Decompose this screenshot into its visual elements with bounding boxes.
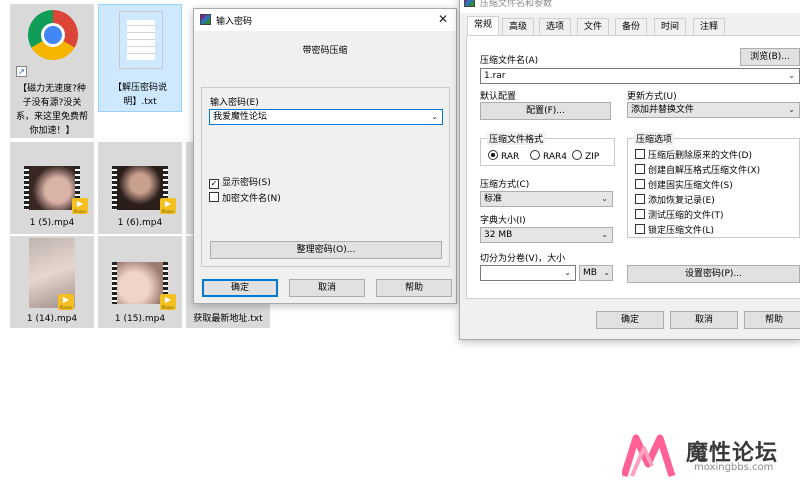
- desktop-icon-accelerator-shortcut[interactable]: ↗ 【磁力无速度?种子没有源?没关系，来这里免费帮你加速！】: [10, 4, 94, 138]
- checkbox-icon: [635, 149, 645, 159]
- desktop-icon-label: 1 (5).mp4: [29, 218, 75, 228]
- set-password-button[interactable]: 设置密码(P)...: [627, 265, 800, 283]
- radio-icon: [572, 150, 582, 160]
- tab-advanced[interactable]: 高级: [502, 18, 535, 35]
- archive-cancel-button[interactable]: 取消: [670, 311, 738, 329]
- archive-ok-button[interactable]: 确定: [596, 311, 664, 329]
- tab-general[interactable]: 常规: [467, 16, 500, 36]
- desktop-icon-label: 【磁力无速度?种子没有源?没关系，来这里免费帮你加速！】: [15, 84, 88, 136]
- cancel-button[interactable]: 取消: [289, 279, 365, 297]
- format-radio-rar[interactable]: RAR: [488, 150, 519, 162]
- archive-dialog-title: 压缩文件名和参数: [480, 0, 553, 9]
- desktop-icon-video-1-15[interactable]: ▶ Player 1 (15).mp4: [98, 236, 182, 328]
- player-badge-icon: ▶ Player: [160, 198, 176, 214]
- update-mode-select[interactable]: 添加并替换文件 ⌄: [627, 102, 800, 118]
- chevron-down-icon[interactable]: ⌄: [564, 266, 571, 280]
- option-test-files[interactable]: 测试压缩的文件(T): [635, 208, 724, 221]
- desktop-icon-video-1-5[interactable]: ▶ Player 1 (5).mp4: [10, 142, 94, 234]
- tab-options[interactable]: 选项: [539, 18, 572, 35]
- chevron-down-icon: ⌄: [601, 230, 608, 239]
- password-dialog-title: 输入密码: [216, 17, 253, 27]
- ok-button[interactable]: 确定: [202, 279, 278, 297]
- update-mode-label: 更新方式(U): [627, 92, 677, 102]
- format-radio-rar4[interactable]: RAR4: [530, 150, 567, 162]
- password-input[interactable]: 我爱魔性论坛 ⌄: [209, 109, 443, 125]
- browse-button[interactable]: 浏览(B)...: [740, 48, 800, 66]
- chevron-down-icon: ⌄: [601, 194, 608, 203]
- password-dialog-titlebar[interactable]: 输入密码 ✕: [194, 9, 456, 31]
- compression-method-label: 压缩方式(C): [480, 180, 530, 190]
- player-badge-icon: ▶ Player: [160, 294, 176, 310]
- desktop-icon-video-1-14[interactable]: ▶ Player 1 (14).mp4: [10, 236, 94, 328]
- encrypt-filenames-checkbox[interactable]: 加密文件名(N): [209, 191, 281, 204]
- archive-dialog-titlebar[interactable]: 压缩文件名和参数: [460, 0, 800, 13]
- desktop-icon-label: 【解压密码说明】.txt: [112, 83, 167, 107]
- player-badge-icon: ▶ Player: [58, 294, 74, 310]
- chevron-down-icon[interactable]: ⌄: [431, 110, 438, 124]
- checkbox-icon: [635, 209, 645, 219]
- chevron-down-icon[interactable]: ⌄: [788, 69, 795, 83]
- show-password-checkbox[interactable]: ✓ 显示密码(S): [209, 175, 271, 189]
- desktop-icon-label: 1 (14).mp4: [26, 314, 78, 324]
- winrar-icon: [200, 14, 211, 25]
- checkbox-icon: [209, 192, 219, 202]
- archive-params-dialog: 压缩文件名和参数 常规 高级 选项 文件 备份 时间 注释 压缩文件名(A) 浏…: [459, 0, 800, 340]
- checkbox-checked-icon: ✓: [209, 179, 219, 189]
- shortcut-arrow-icon: ↗: [16, 66, 27, 77]
- tab-time[interactable]: 时间: [654, 18, 687, 35]
- password-dialog: 输入密码 ✕ 带密码压缩 输入密码(E) 我爱魔性论坛 ⌄ ✓ 显示密码(S) 加…: [193, 8, 457, 304]
- option-solid[interactable]: 创建固实压缩文件(S): [635, 178, 733, 191]
- chevron-down-icon: ⌄: [603, 268, 610, 277]
- close-icon[interactable]: ✕: [438, 12, 448, 26]
- desktop-icon-label: 1 (6).mp4: [117, 218, 163, 228]
- option-recovery-record[interactable]: 添加恢复记录(E): [635, 193, 715, 206]
- checkbox-icon: [635, 194, 645, 204]
- password-label: 输入密码(E): [210, 98, 259, 108]
- organize-passwords-button[interactable]: 整理密码(O)...: [210, 241, 442, 259]
- format-radio-zip[interactable]: ZIP: [572, 150, 599, 162]
- profile-label: 默认配置: [480, 92, 517, 102]
- desktop-icon-password-readme[interactable]: 【解压密码说明】.txt: [98, 4, 182, 112]
- archive-options-group-title: 压缩选项: [634, 132, 675, 145]
- watermark-logo-icon: [620, 434, 682, 478]
- archive-format-group-title: 压缩文件格式: [487, 132, 546, 145]
- archive-name-label: 压缩文件名(A): [480, 56, 539, 66]
- dictionary-size-select[interactable]: 32 MB ⌄: [480, 227, 613, 243]
- radio-icon: [530, 150, 540, 160]
- profiles-button[interactable]: 配置(F)...: [480, 102, 611, 120]
- tab-backup[interactable]: 备份: [615, 18, 648, 35]
- desktop-icon-video-1-6[interactable]: ▶ Player 1 (6).mp4: [98, 142, 182, 234]
- desktop-icon-label: 获取最新地址.txt: [193, 314, 263, 324]
- tab-files[interactable]: 文件: [577, 18, 610, 35]
- compression-method-select[interactable]: 标准 ⌄: [480, 191, 613, 207]
- radio-selected-icon: [488, 150, 498, 160]
- checkbox-icon: [635, 224, 645, 234]
- desktop-icon-label: 1 (15).mp4: [114, 314, 166, 324]
- option-delete-after[interactable]: 压缩后删除原来的文件(D): [635, 148, 752, 161]
- player-badge-icon: ▶ Player: [72, 198, 88, 214]
- dictionary-size-label: 字典大小(I): [480, 216, 526, 226]
- archive-help-button[interactable]: 帮助: [744, 311, 800, 329]
- split-unit-select[interactable]: MB ⌄: [579, 265, 613, 281]
- chrome-icon: [28, 10, 78, 60]
- checkbox-icon: [635, 164, 645, 174]
- text-file-icon: [119, 11, 163, 69]
- password-dialog-subtitle: 带密码压缩: [302, 46, 348, 56]
- watermark-url: moxingbbs.com: [694, 462, 774, 473]
- help-button[interactable]: 帮助: [376, 279, 452, 297]
- option-lock-archive[interactable]: 锁定压缩文件(L): [635, 223, 714, 236]
- archive-name-input[interactable]: 1.rar ⌄: [480, 68, 800, 84]
- split-size-input[interactable]: ⌄: [480, 265, 576, 281]
- chevron-down-icon: ⌄: [788, 105, 795, 114]
- tab-comment[interactable]: 注释: [693, 18, 726, 35]
- checkbox-icon: [635, 179, 645, 189]
- split-volumes-label: 切分为分卷(V)，大小: [480, 254, 566, 264]
- option-sfx[interactable]: 创建自解压格式压缩文件(X): [635, 163, 760, 176]
- winrar-icon: [464, 0, 475, 7]
